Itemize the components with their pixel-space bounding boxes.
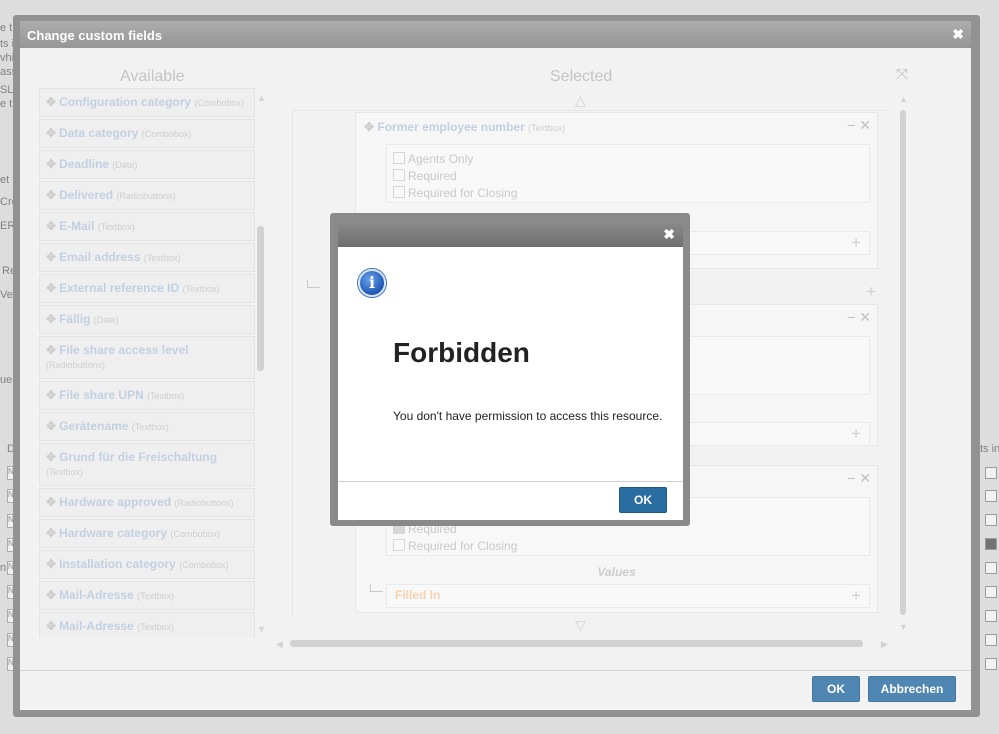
error-heading: Forbidden — [393, 337, 530, 368]
forbidden-dialog-body: i Forbidden You don't have permission to… — [338, 247, 683, 481]
info-icon: i — [358, 269, 386, 297]
forbidden-dialog-titlebar[interactable]: ✖ — [338, 221, 683, 247]
error-message: You don't have permission to access this… — [393, 409, 663, 423]
close-icon[interactable]: ✖ — [663, 226, 675, 243]
forbidden-dialog-footer: OK — [338, 481, 683, 520]
forbidden-ok-button[interactable]: OK — [619, 487, 667, 513]
